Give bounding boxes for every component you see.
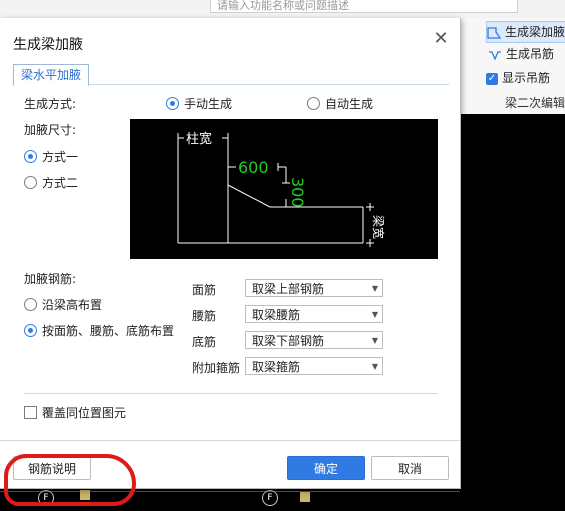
ribbon-generate-hanger-button[interactable]: 生成吊筋 <box>488 44 554 64</box>
ribbon-generate-haunch-button[interactable]: 生成梁加腋 <box>486 21 565 43</box>
search-input[interactable]: 请输入功能名称或问题描述 <box>210 0 518 13</box>
radio-label: 方式二 <box>42 176 79 190</box>
col-width-label: 柱宽 <box>186 131 212 147</box>
radio-manual-generate[interactable]: 手动生成 <box>166 95 232 112</box>
top-rebar-select[interactable]: 取梁上部钢筋 ▼ <box>245 279 383 297</box>
footer-divider <box>0 440 460 441</box>
ribbon-panel: 生成梁加腋 生成吊筋 ✓ 显示吊筋 梁二次编辑 <box>460 18 565 114</box>
haunch-diagram-svg: 柱宽 600 300 梁宽 <box>177 131 386 247</box>
chevron-down-icon: ▼ <box>371 284 378 293</box>
radio-auto-generate[interactable]: 自动生成 <box>307 95 373 112</box>
radio-selected-icon <box>24 324 37 337</box>
generate-haunch-dialog: 生成梁加腋 ✕ 梁水平加腋 生成方式: 手动生成 自动生成 加腋尺寸: 方式一 … <box>0 18 461 506</box>
hanger-rebar-icon <box>488 48 502 62</box>
ribbon-show-hanger-toggle[interactable]: ✓ 显示吊筋 <box>486 68 550 88</box>
beam-width-label: 梁宽 <box>371 215 386 239</box>
haunch-diagram: 柱宽 600 300 梁宽 <box>130 119 438 259</box>
red-annotation-circle <box>4 454 136 506</box>
generate-mode-label: 生成方式: <box>24 97 77 111</box>
select-value: 取梁箍筋 <box>252 360 301 374</box>
radio-label: 按面筋、腰筋、底筋布置 <box>42 324 175 338</box>
radio-along-beam-height[interactable]: 沿梁高布置 <box>24 296 102 313</box>
radio-label: 沿梁高布置 <box>42 298 103 312</box>
cancel-button[interactable]: 取消 <box>371 456 449 480</box>
haunch-size-label: 加腋尺寸: <box>24 123 77 137</box>
chevron-down-icon: ▼ <box>371 362 378 371</box>
ribbon-item-label: 显示吊筋 <box>502 71 551 85</box>
ribbon-group-label: 梁二次编辑 <box>505 96 565 110</box>
radio-unselected-icon <box>24 298 37 311</box>
overwrite-checkbox[interactable]: 覆盖同位置图元 <box>24 404 126 421</box>
radio-label: 方式一 <box>42 150 79 164</box>
checkbox-icon <box>24 406 37 419</box>
tab-horizontal-haunch[interactable]: 梁水平加腋 <box>13 64 89 86</box>
select-value: 取梁上部钢筋 <box>252 282 325 296</box>
extra-stirrup-label: 附加箍筋 <box>192 361 241 375</box>
bottom-rebar-select[interactable]: 取梁下部钢筋 ▼ <box>245 331 383 349</box>
radio-selected-icon <box>24 150 37 163</box>
top-rebar-label: 面筋 <box>192 283 217 297</box>
drawing-canvas[interactable] <box>460 114 565 511</box>
dialog-title: 生成梁加腋 <box>13 37 83 53</box>
beam-haunch-icon <box>487 26 502 40</box>
haunch-rebar-label: 加腋钢筋: <box>24 272 77 286</box>
bottom-rebar-label: 底筋 <box>192 335 217 349</box>
radio-unselected-icon <box>307 97 320 110</box>
checkbox-icon[interactable]: ✓ <box>486 72 498 85</box>
side-rebar-label: 腰筋 <box>192 309 217 323</box>
chevron-down-icon: ▼ <box>371 310 378 319</box>
vertical-dimension: 300 <box>288 177 307 208</box>
radio-label: 手动生成 <box>184 97 233 111</box>
radio-method-one[interactable]: 方式一 <box>24 148 78 165</box>
radio-label: 自动生成 <box>325 97 374 111</box>
divider <box>24 393 438 394</box>
radio-method-two[interactable]: 方式二 <box>24 174 78 191</box>
ribbon-item-label: 生成吊筋 <box>506 47 555 61</box>
select-value: 取梁下部钢筋 <box>252 334 325 348</box>
marker-icon <box>300 492 310 502</box>
ribbon-item-label: 生成梁加腋 <box>505 25 565 39</box>
horizontal-dimension: 600 <box>238 158 269 177</box>
ok-button[interactable]: 确定 <box>287 456 365 480</box>
select-value: 取梁腰筋 <box>252 308 301 322</box>
radio-by-top-side-bottom[interactable]: 按面筋、腰筋、底筋布置 <box>24 322 174 339</box>
side-rebar-select[interactable]: 取梁腰筋 ▼ <box>245 305 383 323</box>
radio-unselected-icon <box>24 176 37 189</box>
axis-marker-icon: F <box>262 490 278 506</box>
close-icon[interactable]: ✕ <box>432 30 450 48</box>
checkbox-label: 覆盖同位置图元 <box>42 406 127 420</box>
radio-selected-icon <box>166 97 179 110</box>
chevron-down-icon: ▼ <box>371 336 378 345</box>
extra-stirrup-select[interactable]: 取梁箍筋 ▼ <box>245 357 383 375</box>
